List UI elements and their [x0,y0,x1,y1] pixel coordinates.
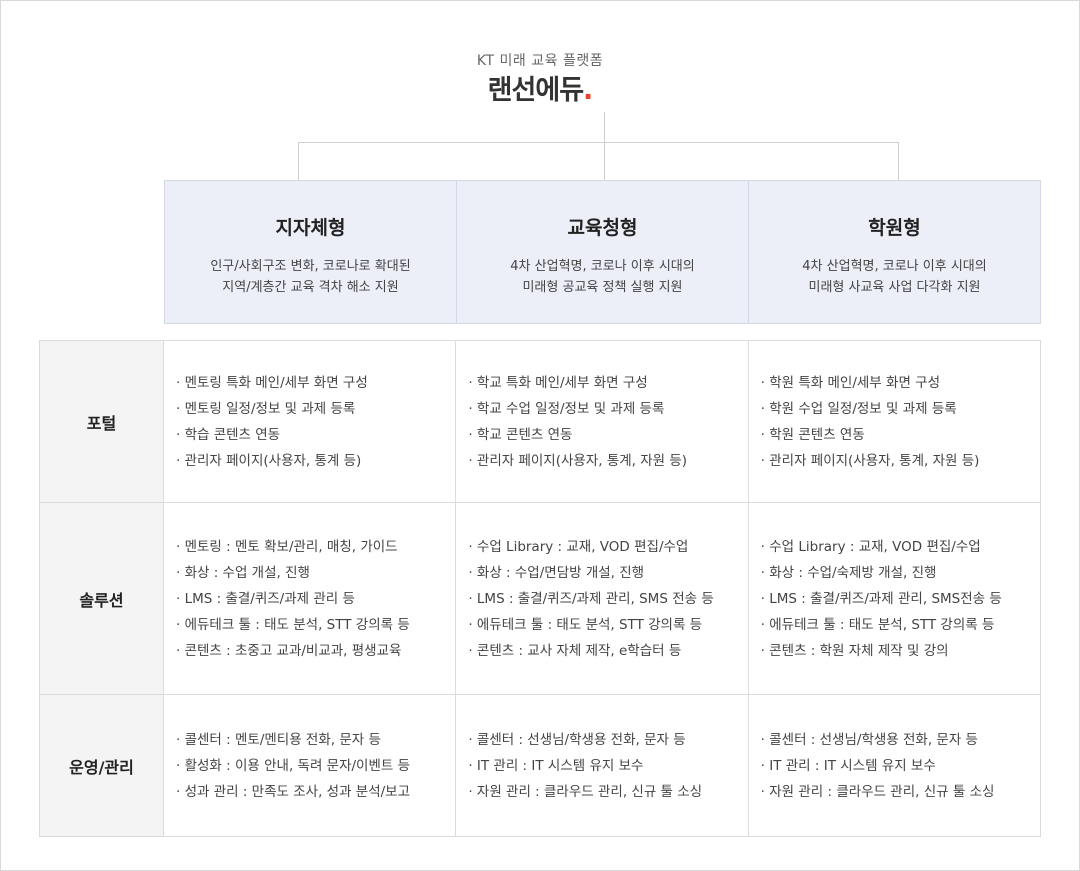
tree-connector [298,112,899,180]
category-desc-line: 지역/계층간 교육 격차 해소 지원 [222,280,399,295]
feature-item: · IT 관리 : IT 시스템 유지 보수 [760,757,936,774]
category-card-academy: 학원형 4차 산업혁명, 코로나 이후 시대의 미래형 사교육 사업 다각화 지… [749,181,1040,323]
category-desc-line: 미래형 사교육 사업 다각화 지원 [808,280,981,295]
category-desc-line: 4차 산업혁명, 코로나 이후 시대의 [510,259,695,274]
category-title: 학원형 [868,217,921,239]
matrix-cell: · 학교 특화 메인/세부 화면 구성 · 학교 수업 일정/정보 및 과제 등… [456,341,749,502]
matrix-row-solution: 솔루션 · 멘토링 : 멘토 확보/관리, 매칭, 가이드 · 화상 : 수업 … [40,503,1040,695]
feature-item: · 에듀테크 툴 : 태도 분석, STT 강의록 등 [468,616,703,633]
feature-item: · LMS : 출결/퀴즈/과제 관리 등 [176,590,355,607]
feature-item: · 멘토링 특화 메인/세부 화면 구성 [176,374,368,391]
feature-item: · 콘텐츠 : 교사 자체 제작, e학습터 등 [468,642,682,659]
feature-item: · 콘텐츠 : 학원 자체 제작 및 강의 [760,642,949,659]
feature-item: · 학교 수업 일정/정보 및 과제 등록 [468,400,665,417]
feature-item: · 학원 특화 메인/세부 화면 구성 [760,374,940,391]
category-card-edu-office: 교육청형 4차 산업혁명, 코로나 이후 시대의 미래형 공교육 정책 실행 지… [457,181,749,323]
feature-item: · 학원 콘텐츠 연동 [760,426,865,443]
feature-item: · 콜센터 : 선생님/학생용 전화, 문자 등 [468,731,686,748]
row-label: 운영/관리 [40,695,164,836]
matrix-cell: · 멘토링 특화 메인/세부 화면 구성 · 멘토링 일정/정보 및 과제 등록… [164,341,457,502]
category-desc-line: 미래형 공교육 정책 실행 지원 [522,280,683,295]
category-desc: 4차 산업혁명, 코로나 이후 시대의 미래형 공교육 정책 실행 지원 [457,256,748,298]
feature-item: · IT 관리 : IT 시스템 유지 보수 [468,757,644,774]
row-label: 솔루션 [40,503,164,694]
category-desc-line: 인구/사회구조 변화, 코로나로 확대된 [210,259,411,274]
matrix-cell: · 콜센터 : 선생님/학생용 전화, 문자 등 · IT 관리 : IT 시스… [749,695,1040,836]
feature-item: · 성과 관리 : 만족도 조사, 성과 분석/보고 [176,783,411,800]
matrix-row-operation: 운영/관리 · 콜센터 : 멘토/멘티용 전화, 문자 등 · 활성화 : 이용… [40,695,1040,836]
feature-item: · 자원 관리 : 클라우드 관리, 신규 툴 소싱 [468,783,703,800]
feature-item: · 관리자 페이지(사용자, 통계 등) [176,452,362,469]
row-label: 포털 [40,341,164,502]
feature-item: · 콘텐츠 : 초중고 교과/비교과, 평생교육 [176,642,402,659]
category-card-local-gov: 지자체형 인구/사회구조 변화, 코로나로 확대된 지역/계층간 교육 격차 해… [165,181,457,323]
matrix-row-portal: 포털 · 멘토링 특화 메인/세부 화면 구성 · 멘토링 일정/정보 및 과제… [40,341,1040,503]
category-title: 지자체형 [275,217,346,239]
feature-item: · 학교 특화 메인/세부 화면 구성 [468,374,648,391]
category-grid: 지자체형 인구/사회구조 변화, 코로나로 확대된 지역/계층간 교육 격차 해… [164,180,1041,324]
category-title: 교육청형 [567,217,638,239]
feature-item: · 멘토링 : 멘토 확보/관리, 매칭, 가이드 [176,538,398,555]
feature-item: · 학원 수업 일정/정보 및 과제 등록 [760,400,957,417]
feature-item: · 관리자 페이지(사용자, 통계, 자원 등) [760,452,980,469]
matrix-cell: · 콜센터 : 선생님/학생용 전화, 문자 등 · IT 관리 : IT 시스… [456,695,749,836]
category-desc: 4차 산업혁명, 코로나 이후 시대의 미래형 사교육 사업 다각화 지원 [749,256,1040,298]
feature-item: · 관리자 페이지(사용자, 통계, 자원 등) [468,452,688,469]
feature-item: · LMS : 출결/퀴즈/과제 관리, SMS 전송 등 [468,590,714,607]
matrix-cell: · 콜센터 : 멘토/멘티용 전화, 문자 등 · 활성화 : 이용 안내, 독… [164,695,457,836]
matrix-cell: · 멘토링 : 멘토 확보/관리, 매칭, 가이드 · 화상 : 수업 개설, … [164,503,457,694]
feature-item: · 자원 관리 : 클라우드 관리, 신규 툴 소싱 [760,783,995,800]
feature-item: · 화상 : 수업/면담방 개설, 진행 [468,564,645,581]
feature-item: · 학습 콘텐츠 연동 [176,426,281,443]
feature-item: · 콜센터 : 멘토/멘티용 전화, 문자 등 [176,731,381,748]
feature-matrix: 포털 · 멘토링 특화 메인/세부 화면 구성 · 멘토링 일정/정보 및 과제… [39,340,1041,837]
feature-item: · 에듀테크 툴 : 태도 분석, STT 강의록 등 [760,616,995,633]
feature-item: · 수업 Library : 교재, VOD 편집/수업 [760,538,981,555]
feature-item: · LMS : 출결/퀴즈/과제 관리, SMS전송 등 [760,590,1002,607]
feature-item: · 수업 Library : 교재, VOD 편집/수업 [468,538,689,555]
matrix-cell: · 수업 Library : 교재, VOD 편집/수업 · 화상 : 수업/면… [456,503,749,694]
feature-item: · 활성화 : 이용 안내, 독려 문자/이벤트 등 [176,757,411,774]
feature-item: · 학교 콘텐츠 연동 [468,426,573,443]
category-desc: 인구/사회구조 변화, 코로나로 확대된 지역/계층간 교육 격차 해소 지원 [165,256,456,298]
feature-item: · 콜센터 : 선생님/학생용 전화, 문자 등 [760,731,978,748]
feature-item: · 에듀테크 툴 : 태도 분석, STT 강의록 등 [176,616,410,633]
matrix-cell: · 학원 특화 메인/세부 화면 구성 · 학원 수업 일정/정보 및 과제 등… [749,341,1040,502]
feature-item: · 멘토링 일정/정보 및 과제 등록 [176,400,356,417]
category-desc-line: 4차 산업혁명, 코로나 이후 시대의 [802,259,987,274]
feature-item: · 화상 : 수업/숙제방 개설, 진행 [760,564,937,581]
feature-item: · 화상 : 수업 개설, 진행 [176,564,310,581]
matrix-cell: · 수업 Library : 교재, VOD 편집/수업 · 화상 : 수업/숙… [749,503,1040,694]
